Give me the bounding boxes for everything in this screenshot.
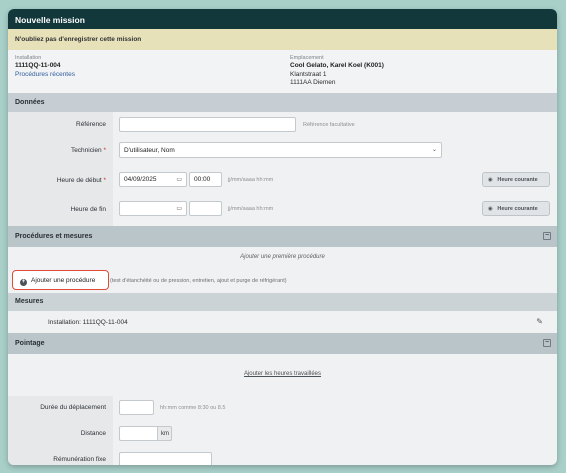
installation-value: 1111QQ-11-004: [15, 62, 61, 69]
section-mesures: Mesures: [8, 293, 557, 311]
start-format-hint: jj/mm/aaaa hh:mm: [228, 177, 274, 183]
mesures-list: Installation: 1111QQ-11-004 ✎: [8, 311, 557, 333]
location-label: Emplacement: [290, 55, 324, 61]
collapse-icon[interactable]: −: [543, 339, 551, 347]
distance-input[interactable]: [119, 426, 158, 441]
section-pointage: Pointage −: [8, 333, 557, 354]
plus-icon: +: [20, 279, 27, 286]
mesures-item: Installation: 1111QQ-11-004: [48, 319, 128, 326]
installation-label: Installation: [15, 55, 42, 61]
end-current-time-button[interactable]: ◉ Heure courante: [482, 201, 550, 216]
start-date-input[interactable]: 04/09/2025 ▭: [119, 172, 187, 187]
distance-label: Distance: [80, 430, 106, 437]
technicien-select[interactable]: D'utilisateur, Nom ⌄: [119, 142, 442, 158]
technicien-value: D'utilisateur, Nom: [124, 147, 175, 154]
procedures-empty-text: Ajouter une première procédure: [240, 254, 325, 260]
reference-row: Référence Référence facultative: [8, 112, 557, 136]
start-row: Heure de début * 04/09/2025 ▭ 00:00 jj/m…: [8, 166, 557, 196]
section-pointage-title: Pointage: [15, 340, 45, 347]
technicien-label: Technicien *: [8, 147, 106, 154]
duration-label: Durée du déplacement: [40, 404, 106, 411]
chevron-down-icon: ⌄: [431, 147, 437, 153]
required-mark: *: [103, 147, 106, 154]
section-donnees: Données: [8, 93, 557, 112]
start-time-input[interactable]: 00:00: [189, 172, 222, 187]
clock-icon: ◉: [488, 206, 493, 212]
add-procedure-hint: (test d'étanchéité ou de pression, entre…: [110, 278, 287, 284]
pencil-icon[interactable]: ✎: [536, 317, 543, 326]
duration-row: Durée du déplacement hh:mm comme 8:30 ou…: [8, 396, 557, 421]
add-procedure-label: Ajouter une procédure: [31, 277, 96, 284]
collapse-icon[interactable]: −: [543, 232, 551, 240]
remuneration-input[interactable]: [119, 452, 212, 465]
mission-info: Installation 1111QQ-11-004 Procédures ré…: [8, 50, 557, 93]
location-street: Klantstraat 1: [290, 70, 327, 78]
save-reminder-banner: N'oubliez pas d'enregistrer cette missio…: [8, 29, 557, 50]
remuneration-row: Rémunération fixe: [8, 447, 557, 465]
location-info: Emplacement Cool Gelato, Karel Koel (K00…: [290, 55, 384, 88]
remuneration-label: Rémunération fixe: [53, 456, 106, 463]
pointage-form: Durée du déplacement hh:mm comme 8:30 ou…: [8, 396, 557, 465]
installation-info: Installation 1111QQ-11-004 Procédures ré…: [15, 55, 75, 79]
reference-input[interactable]: [119, 117, 296, 132]
add-hours-link[interactable]: Ajouter les heures travaillées: [8, 371, 557, 377]
mission-dialog: Nouvelle mission N'oubliez pas d'enregis…: [8, 9, 557, 465]
add-procedure-row: + Ajouter une procédure (test d'étanchéit…: [8, 267, 557, 293]
distance-unit: km: [158, 426, 172, 441]
calendar-icon[interactable]: ▭: [176, 205, 182, 212]
technicien-row: Technicien * D'utilisateur, Nom ⌄: [8, 136, 557, 166]
clock-icon: ◉: [488, 177, 493, 183]
end-format-hint: jj/mm/aaaa hh:mm: [228, 206, 274, 212]
reference-hint: Référence facultative: [303, 122, 355, 128]
location-city: 1111AA Diemen: [290, 79, 336, 86]
end-label: Heure de fin: [70, 206, 106, 213]
end-current-time-label: Heure courante: [497, 206, 538, 212]
reference-label: Référence: [76, 121, 106, 128]
start-label-text: Heure de début: [56, 177, 102, 184]
calendar-icon[interactable]: ▭: [176, 176, 182, 183]
start-label: Heure de début *: [8, 177, 106, 184]
end-row: Heure de fin ▭ jj/mm/aaaa hh:mm ◉ Heure …: [8, 196, 557, 226]
duration-input[interactable]: [119, 400, 154, 415]
section-procedures: Procédures et mesures −: [8, 226, 557, 247]
duration-hint: hh:mm comme 8:30 ou 8.5: [160, 405, 226, 411]
location-name: Cool Gelato, Karel Koel (K001): [290, 62, 384, 69]
pointage-hours: Ajouter les heures travaillées: [8, 354, 557, 396]
start-date-value: 04/09/2025: [124, 176, 157, 183]
start-current-time-label: Heure courante: [497, 177, 538, 183]
section-procedures-title: Procédures et mesures: [15, 233, 93, 240]
technicien-label-text: Technicien: [70, 147, 102, 154]
recent-procedures-link[interactable]: Procédures récentes: [15, 71, 75, 80]
section-mesures-title: Mesures: [15, 298, 44, 305]
start-current-time-button[interactable]: ◉ Heure courante: [482, 172, 550, 187]
donnees-form: Référence Référence facultative Technici…: [8, 112, 557, 226]
dialog-title: Nouvelle mission: [8, 9, 557, 29]
end-time-input[interactable]: [189, 201, 222, 216]
add-procedure-button[interactable]: + Ajouter une procédure: [12, 270, 109, 290]
end-date-input[interactable]: ▭: [119, 201, 187, 216]
section-donnees-title: Données: [15, 99, 45, 106]
required-mark: *: [103, 177, 106, 184]
distance-row: Distance km: [8, 421, 557, 447]
